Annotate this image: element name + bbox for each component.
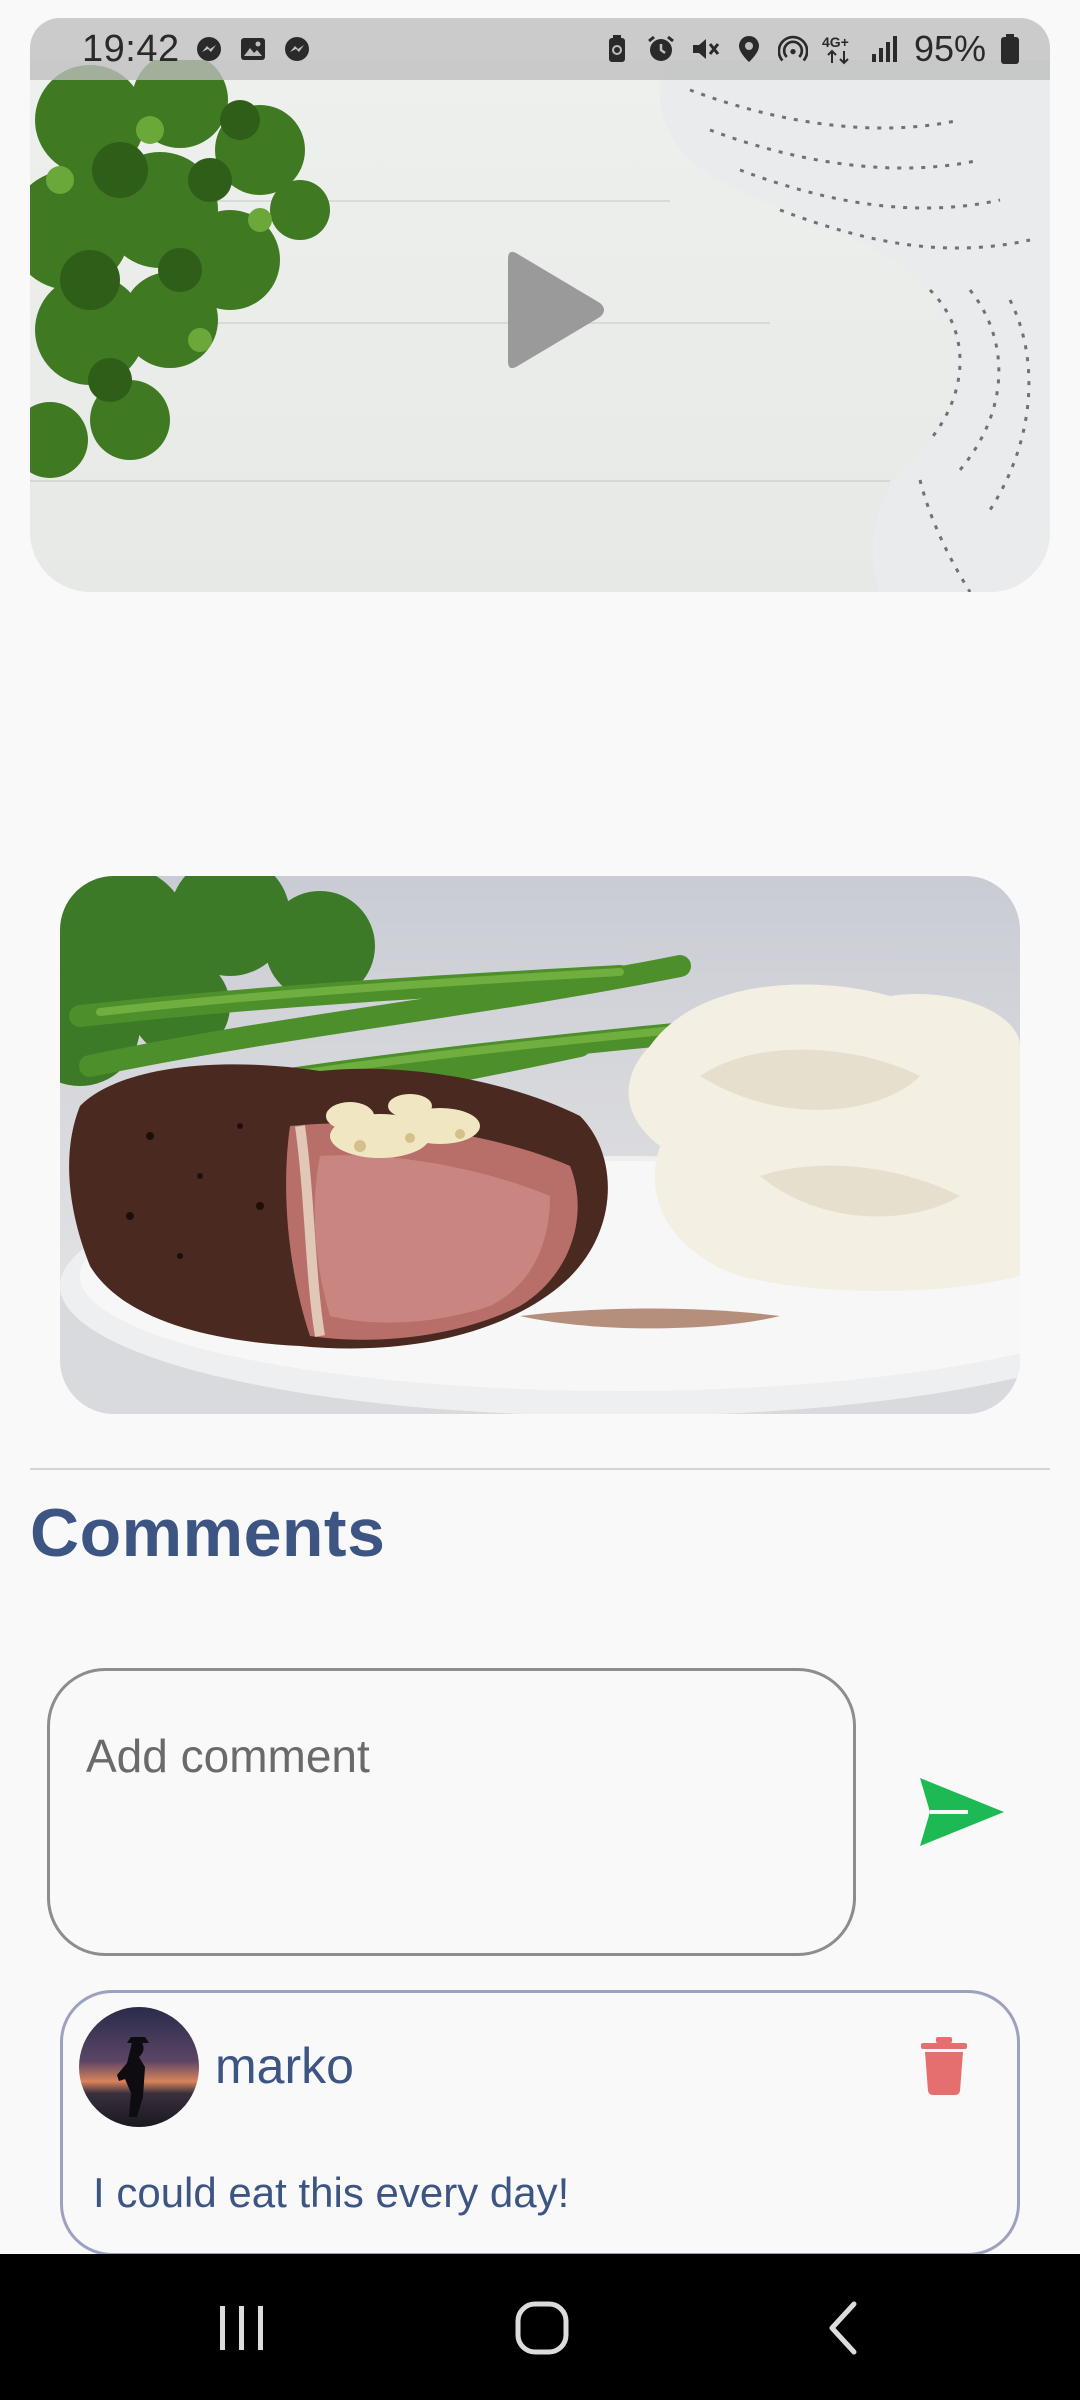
comment-item: marko I could eat this every day! xyxy=(60,1990,1020,2256)
status-bar: 19:42 4G+ 95% xyxy=(30,18,1050,80)
play-icon[interactable] xyxy=(500,245,610,375)
signal-icon xyxy=(870,34,900,64)
add-comment-input[interactable] xyxy=(47,1668,856,1956)
recipe-dish-image xyxy=(60,876,1020,1414)
hotspot-icon xyxy=(777,34,808,64)
status-bar-right: 4G+ 95% xyxy=(602,28,1020,70)
avatar[interactable] xyxy=(79,2007,199,2127)
steak-dish-illustration xyxy=(60,876,1020,1414)
recipe-video[interactable] xyxy=(30,60,1050,592)
back-icon[interactable] xyxy=(824,2298,864,2358)
comments-title: Comments xyxy=(30,1495,386,1571)
comment-text: I could eat this every day! xyxy=(93,2169,570,2216)
avatar-image xyxy=(79,2007,199,2127)
home-icon[interactable] xyxy=(512,2298,572,2358)
parsley-image xyxy=(30,60,330,478)
status-bar-left: 19:42 xyxy=(82,28,312,71)
4g-icon: 4G+ xyxy=(822,34,856,65)
recents-icon[interactable] xyxy=(214,2298,270,2358)
comment-username[interactable]: marko xyxy=(215,2037,354,2095)
location-icon xyxy=(734,34,764,64)
battery-icon xyxy=(1000,34,1020,64)
messenger-icon xyxy=(282,34,312,64)
section-divider xyxy=(30,1468,1050,1470)
battery-percent: 95% xyxy=(913,28,986,69)
alarm-icon xyxy=(646,34,676,64)
messenger-icon xyxy=(194,34,224,64)
system-nav-bar xyxy=(0,2254,1080,2400)
trash-icon[interactable] xyxy=(921,2037,967,2095)
mute-icon xyxy=(690,34,720,64)
network-label: 4G+ xyxy=(822,34,849,50)
status-time: 19:42 xyxy=(82,27,180,70)
battery-saver-icon xyxy=(602,34,632,64)
towel-image xyxy=(659,60,1050,592)
gallery-icon xyxy=(238,34,268,64)
send-icon[interactable] xyxy=(918,1776,1006,1848)
